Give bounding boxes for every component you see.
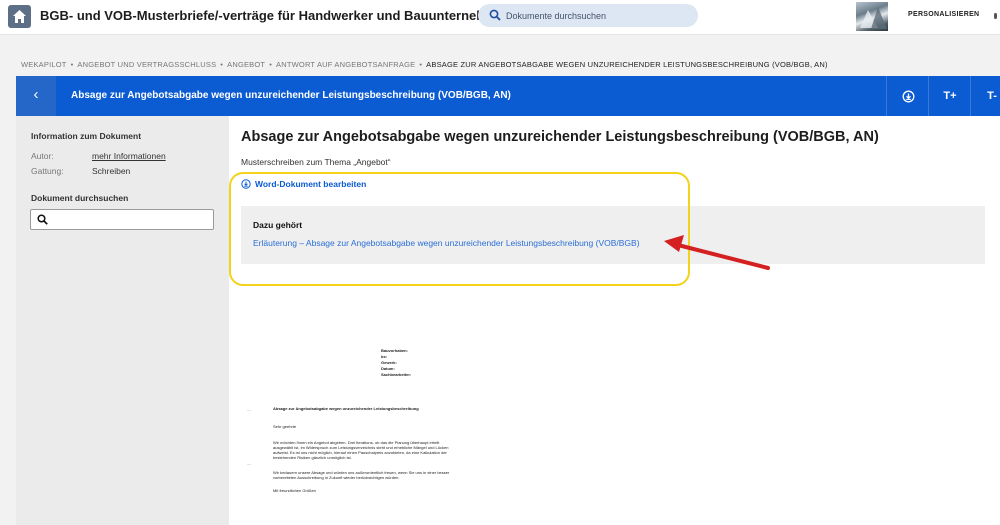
preview-meta-label: Gewerk: [381, 360, 397, 365]
chevron-left-icon: ‹ [33, 86, 39, 103]
global-search[interactable] [478, 4, 698, 27]
document-info-panel: Information zum Dokument Autor: mehr Inf… [16, 116, 229, 525]
page-subtitle: Musterschreiben zum Thema „Angebot“ [241, 157, 391, 167]
preview-line: bestehenden Risiken gänzlich unmöglich i… [273, 455, 352, 460]
download-icon [902, 90, 914, 103]
home-button[interactable] [8, 5, 31, 28]
breadcrumb-separator: • [220, 60, 224, 69]
breadcrumb-current: ABSAGE ZUR ANGEBOTSABGABE WEGEN UNZUREIC… [426, 60, 828, 69]
download-button[interactable] [886, 76, 929, 116]
back-button[interactable]: ‹ [16, 76, 56, 116]
breadcrumb: WEKAPILOT • ANGEBOT UND VERTRAGSSCHLUSS • AN… [21, 60, 828, 69]
breadcrumb-item-wekapilot[interactable]: WEKAPILOT [21, 60, 67, 69]
preview-margin-mark: .... [247, 407, 252, 412]
app-title: BGB- und VOB-Musterbriefe/-verträge für … [40, 8, 509, 23]
preview-margin-mark: .... [247, 461, 252, 466]
info-key: Autor: [31, 151, 54, 161]
titlebar-title: Absage zur Angebotsabgabe wegen unzureic… [71, 90, 511, 101]
info-value: Schreiben [92, 166, 131, 176]
preview-meta-label: bs: [381, 354, 387, 359]
document-search-box[interactable] [30, 209, 214, 230]
increase-font-button[interactable]: T+ [928, 76, 971, 116]
breadcrumb-separator: • [70, 60, 74, 69]
breadcrumb-separator: • [419, 60, 423, 69]
top-header: BGB- und VOB-Musterbriefe/-verträge für … [0, 0, 1000, 35]
preview-meta-label: Bauvorhaben: [381, 348, 408, 353]
info-heading: Information zum Dokument [31, 131, 142, 141]
breadcrumb-item-angebot-vertragsschluss[interactable]: ANGEBOT UND VERTRAGSSCHLUSS [77, 60, 216, 69]
user-avatar[interactable] [856, 2, 888, 31]
author-more-info-link[interactable]: mehr Informationen [92, 151, 166, 161]
home-icon [13, 10, 26, 23]
document-preview: Bauvorhaben: bs: Gewerk: Datum: Sachbear… [245, 340, 495, 500]
breadcrumb-separator: • [269, 60, 273, 69]
decrease-font-button[interactable]: T- [970, 76, 1000, 116]
document-search-input[interactable] [53, 212, 203, 226]
preview-closing: Mit freundlichen Grüßen [273, 488, 316, 493]
preview-meta-label: Sachbearbeiter: [381, 372, 412, 377]
red-arrow-annotation [664, 235, 770, 270]
document-search-heading: Dokument durchsuchen [31, 193, 129, 203]
yellow-highlight-annotation [229, 172, 690, 286]
preview-line: vorbereiteten Ausschreibung in Zukunft w… [273, 475, 400, 480]
document-titlebar: ‹ Absage zur Angebotsabgabe wegen unzure… [16, 76, 1000, 116]
breadcrumb-item-angebot[interactable]: ANGEBOT [227, 60, 265, 69]
info-key: Gattung: [31, 166, 64, 176]
preview-greeting: Sehr geehrte [273, 424, 297, 429]
global-search-input[interactable] [506, 7, 691, 24]
search-icon [37, 214, 48, 225]
page-title: Absage zur Angebotsabgabe wegen unzureic… [241, 129, 879, 145]
search-icon [489, 9, 501, 21]
personalize-button[interactable]: PERSONALISIEREN [908, 11, 979, 18]
breadcrumb-item-antwort[interactable]: ANTWORT AUF ANGEBOTSANFRAGE [276, 60, 415, 69]
preview-meta-label: Datum: [381, 366, 395, 371]
preview-heading: Absage zur Angebotsabgabe wegen unzureic… [273, 406, 419, 411]
more-menu-icon[interactable] [994, 13, 997, 19]
